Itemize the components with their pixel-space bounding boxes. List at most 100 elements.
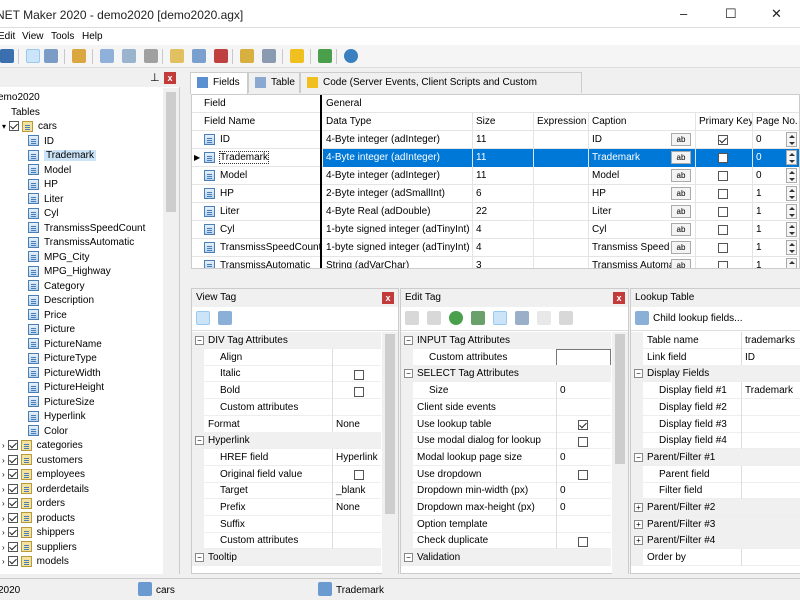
view-tag-scrollbar[interactable] [382,332,398,574]
property-row[interactable]: Order by [631,549,800,567]
property-row[interactable]: − Hyperlink [192,432,381,450]
note-icon[interactable] [170,49,184,63]
category-label[interactable]: − DIV Tag Attributes [195,332,378,349]
caption-cell[interactable]: Model ab [589,167,696,185]
property-value[interactable] [332,348,381,366]
property-row[interactable]: − INPUT Tag Attributes [401,332,611,349]
tree-field-picturewidth[interactable]: PictureWidth [28,367,101,381]
table-row[interactable]: ▶ Trademark 4-Byte integer (adInteger) 11 Tr… [192,149,799,167]
tree-tables-node[interactable]: Tables [2,106,40,120]
field-name-cell[interactable]: HP [192,185,322,203]
expand-icon[interactable]: − [404,369,413,379]
property-value[interactable] [556,348,611,366]
page-no-cell[interactable]: 0 [753,167,799,185]
field-name-cell[interactable]: TransmissAutomatic [192,257,322,268]
caption-cell[interactable]: ID ab [589,131,696,149]
category-label[interactable]: − SELECT Tag Attributes [404,365,608,382]
tree-view-icon[interactable] [26,49,40,63]
property-value[interactable] [556,432,611,450]
tree-field-cyl[interactable]: Cyl [28,207,58,221]
property-value[interactable] [741,465,800,483]
property-value[interactable] [556,398,611,416]
expression-cell[interactable] [534,149,589,167]
select-icon[interactable] [493,311,507,325]
tab-table[interactable]: Table [248,72,300,93]
view-tag-close-button[interactable]: x [382,292,394,304]
page-no-spinner[interactable] [786,132,797,147]
property-row[interactable]: Check duplicate [401,532,611,550]
tree-field-hp[interactable]: HP [28,178,58,192]
table-row[interactable]: TransmissSpeedCount 1-byte signed integer… [192,239,799,257]
caption-language-button[interactable]: ab [671,187,691,200]
property-row[interactable]: Use dropdown [401,465,611,483]
page-no-cell[interactable]: 1 [753,203,799,221]
lightning-icon[interactable] [290,49,304,63]
property-value[interactable]: Hyperlink [332,448,381,466]
category-label[interactable]: + Parent/Filter #3 [634,516,798,533]
property-value[interactable]: _blank [332,482,381,500]
expression-cell[interactable] [534,257,589,268]
table-row[interactable]: ID 4-Byte integer (adInteger) 11 ID ab 0 [192,131,799,149]
hidden-icon[interactable] [559,311,573,325]
property-row[interactable]: Use modal dialog for lookup [401,432,611,450]
property-row[interactable]: Format None [192,415,381,433]
caption-language-button[interactable]: ab [671,205,691,218]
property-value[interactable]: ID [741,348,800,366]
close-button[interactable]: ✕ [771,6,782,22]
data-type-cell[interactable]: 4-Byte integer (adInteger) [323,149,473,167]
primary-key-cell[interactable] [696,167,753,185]
category-label[interactable]: + Parent/Filter #4 [634,532,798,549]
menu-tools[interactable]: Tools [51,31,74,42]
maximize-button[interactable]: ☐ [725,6,737,22]
tree-table-models[interactable]: › models [2,555,69,569]
property-value[interactable] [332,365,381,383]
copy-icon[interactable] [100,49,114,63]
caption-cell[interactable]: Liter ab [589,203,696,221]
property-value[interactable] [741,549,800,567]
tree-table-employees[interactable]: › employees [2,468,85,482]
file-icon[interactable] [537,311,551,325]
property-row[interactable]: Size 0 [401,382,611,400]
font-icon[interactable] [214,49,228,63]
tree-field-mpg_highway[interactable]: MPG_Highway [28,265,111,279]
property-row[interactable]: Client side events [401,398,611,416]
lock-icon[interactable] [240,49,254,63]
property-value[interactable] [332,465,381,483]
property-row[interactable]: Custom attributes [192,398,381,416]
caption-language-button[interactable]: ab [671,223,691,236]
col-data-type[interactable]: Data Type [323,113,473,131]
property-checkbox[interactable] [354,370,364,381]
table-checkbox[interactable] [7,483,18,494]
property-row[interactable]: Bold [192,382,381,400]
tree-field-picturename[interactable]: PictureName [28,338,102,352]
field-name-cell[interactable]: Model [192,167,322,185]
cars-checkbox[interactable] [9,121,20,132]
tree-field-picture[interactable]: Picture [28,323,75,337]
expression-cell[interactable] [534,185,589,203]
primary-key-cell[interactable] [696,221,753,239]
primary-key-checkbox[interactable] [718,261,728,268]
table-checkbox[interactable] [7,556,18,567]
tree-close-button[interactable]: x [164,72,176,84]
property-value[interactable] [556,532,611,550]
property-value[interactable] [741,482,800,500]
category-label[interactable]: − INPUT Tag Attributes [404,332,608,349]
property-row[interactable]: Dropdown min-width (px) 0 [401,482,611,500]
property-checkbox[interactable] [578,470,588,481]
col-primary-key[interactable]: Primary Key [696,113,753,131]
page-no-cell[interactable]: 1 [753,221,799,239]
password-icon[interactable] [427,311,441,325]
page-no-cell[interactable]: 0 [753,149,799,167]
page-no-spinner[interactable] [786,258,797,268]
list-view-icon[interactable] [44,49,58,63]
property-value[interactable] [556,465,611,483]
tree-table-shippers[interactable]: › shippers [2,526,74,540]
property-checkbox[interactable] [578,420,588,431]
primary-key-checkbox[interactable] [718,189,728,199]
expression-cell[interactable] [534,203,589,221]
tree-field-picturetype[interactable]: PictureType [28,352,97,366]
expression-cell[interactable] [534,239,589,257]
col-size[interactable]: Size [473,113,534,131]
caption-language-button[interactable]: ab [671,259,691,268]
property-row[interactable]: Target _blank [192,482,381,500]
